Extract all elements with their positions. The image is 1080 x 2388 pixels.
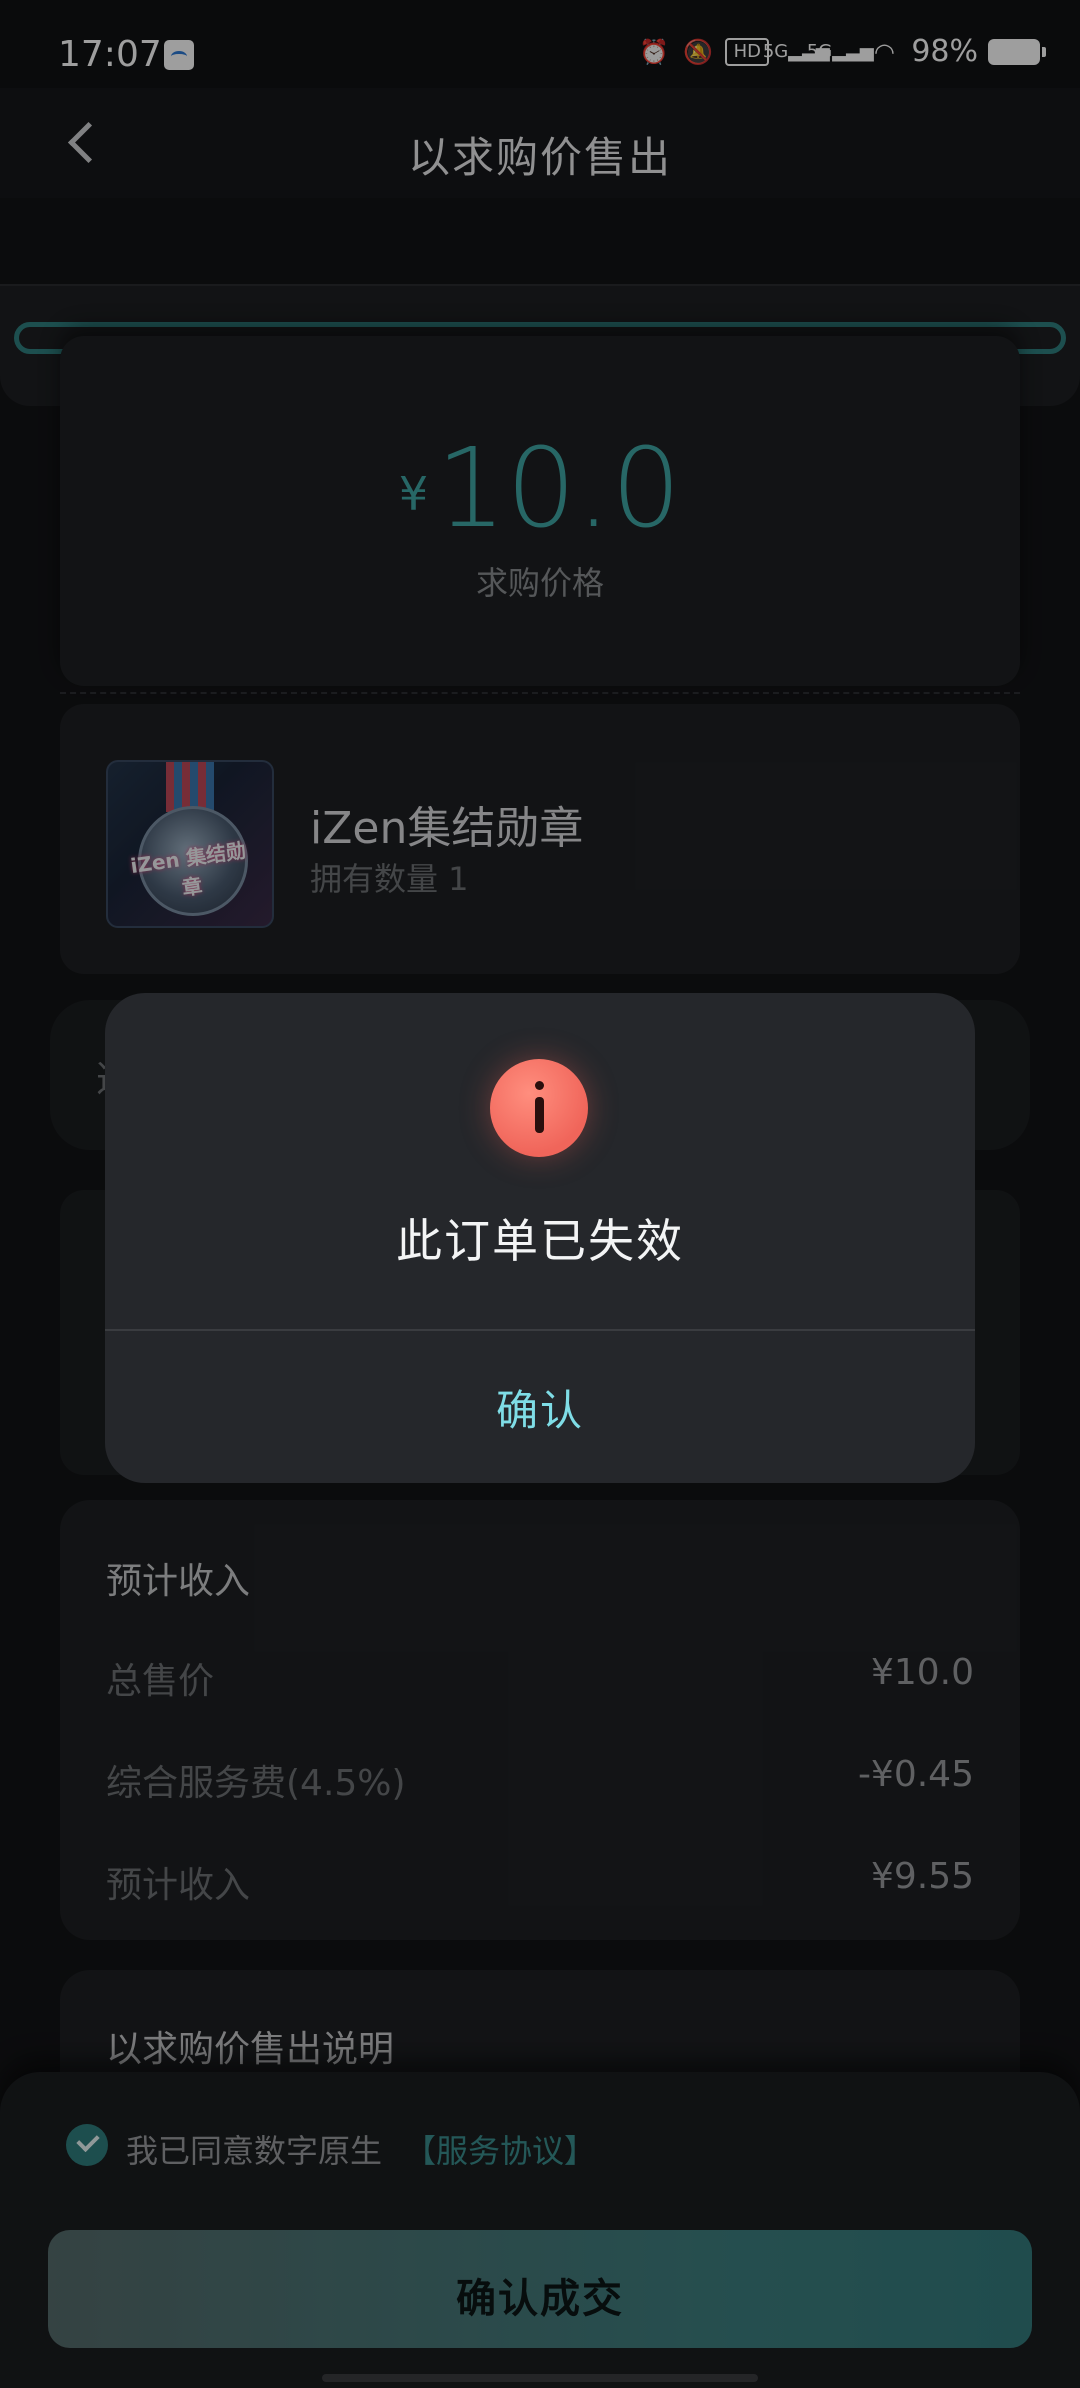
- dialog-confirm-label: 确认: [495, 1386, 584, 1435]
- dialog-message: 此订单已失效: [396, 1214, 684, 1268]
- page: 17:07 ⏰ 🔕 HD 5G▂▃▅ 5G▂▃▅ ◠ 98% 以求购价售出 ¥1…: [0, 0, 1080, 2388]
- expired-order-dialog: 此订单已失效 确认: [105, 993, 975, 1483]
- dialog-confirm-button[interactable]: 确认: [105, 1331, 975, 1483]
- info-icon: [490, 1059, 588, 1157]
